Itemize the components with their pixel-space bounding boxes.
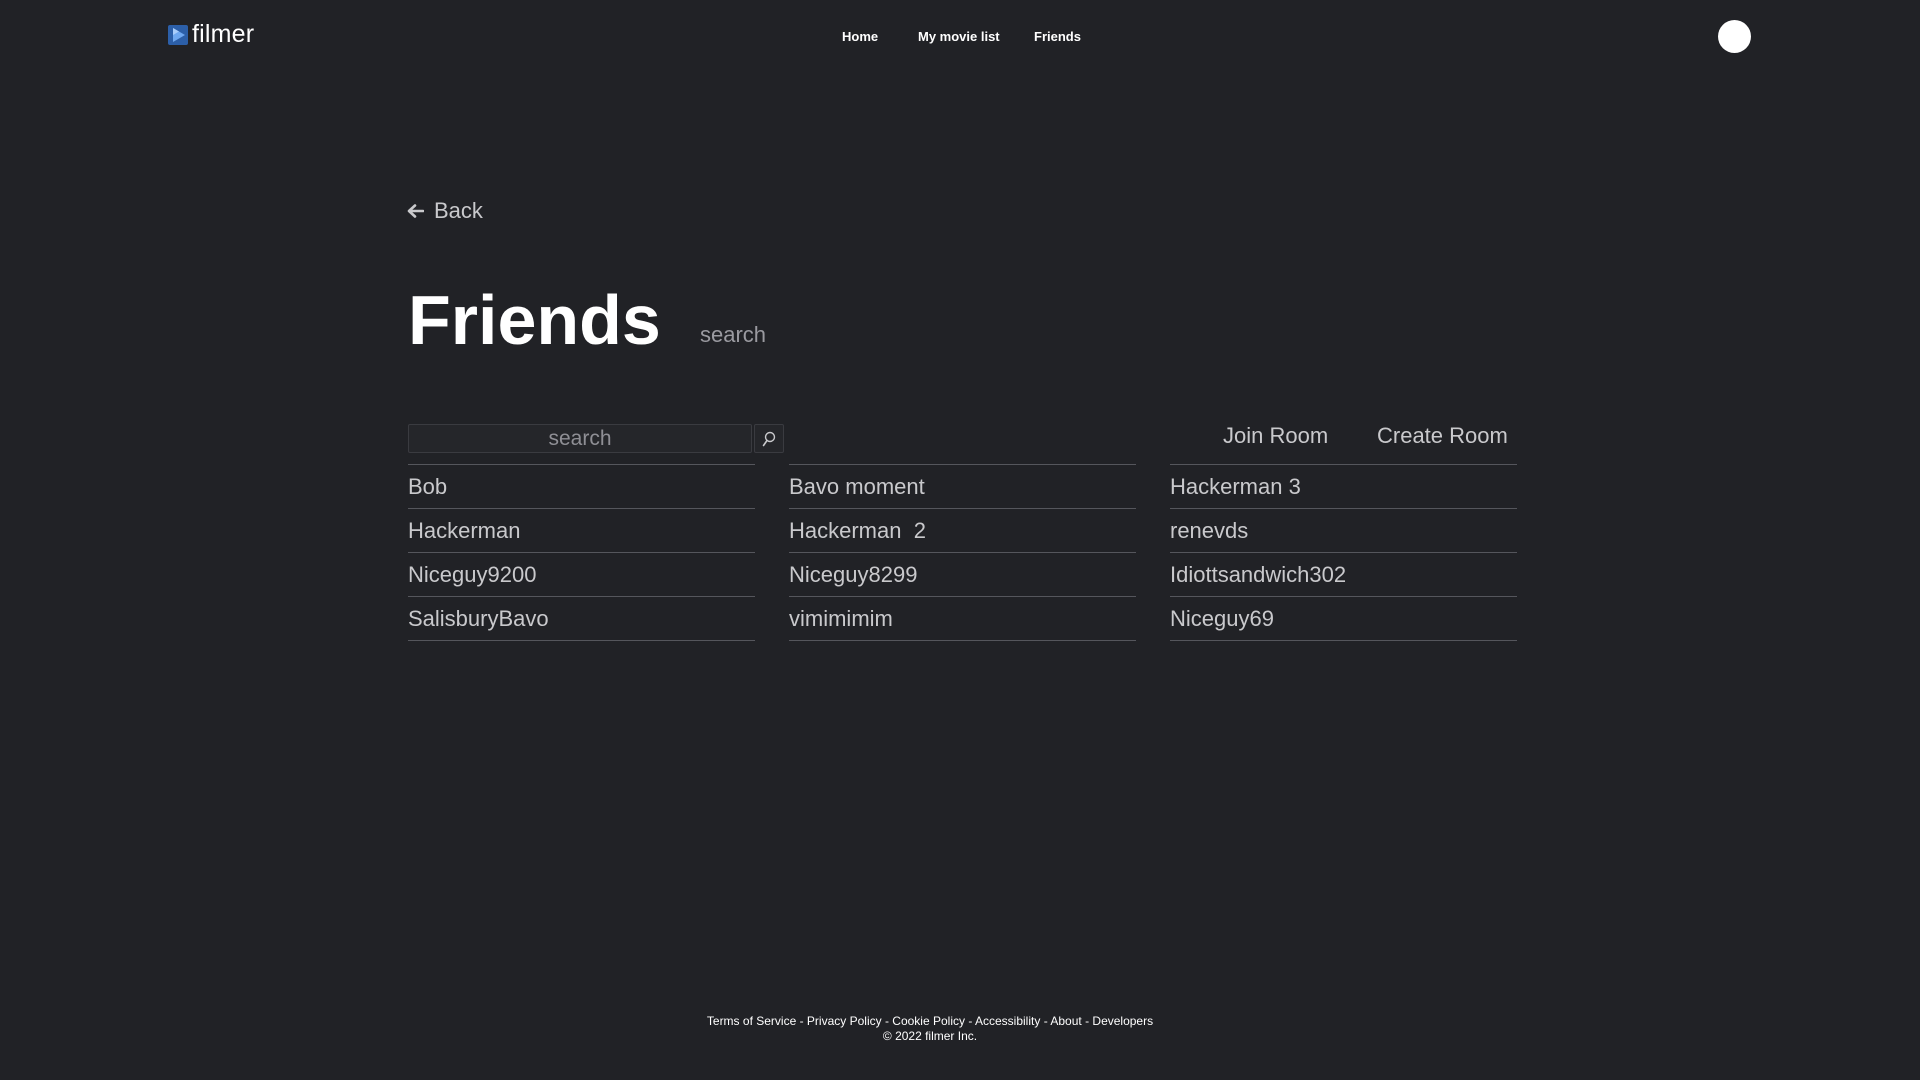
friends-column: Hackerman 3 renevds Idiottsandwich302 Ni… xyxy=(1170,464,1517,641)
friend-item[interactable]: Hackerman 3 xyxy=(1170,464,1517,508)
privacy-link[interactable]: Privacy Policy xyxy=(807,1014,882,1028)
about-link[interactable]: About xyxy=(1050,1014,1081,1028)
join-room-button[interactable]: Join Room xyxy=(1223,423,1328,449)
friends-column: Bob Hackerman Niceguy9200 SalisburyBavo xyxy=(408,464,755,641)
friend-item[interactable]: Idiottsandwich302 xyxy=(1170,552,1517,596)
friends-page: filmer Home My movie list Friends Back F… xyxy=(0,0,1920,1080)
friends-list: Bob Hackerman Niceguy9200 SalisburyBavo … xyxy=(408,464,1517,641)
footer-separator: - xyxy=(1081,1014,1093,1028)
friend-item[interactable]: Hackerman 2 xyxy=(789,508,1136,552)
copyright: © 2022 filmer Inc. xyxy=(882,1029,978,1043)
terms-link[interactable]: Terms of Service xyxy=(707,1014,796,1028)
friend-item[interactable]: renevds xyxy=(1170,508,1517,552)
footer-separator: - xyxy=(881,1014,893,1028)
friend-item[interactable]: vimimimim xyxy=(789,596,1136,641)
friends-column: Bavo moment Hackerman 2 Niceguy8299 vimi… xyxy=(789,464,1136,641)
back-label: Back xyxy=(434,198,483,223)
friend-item[interactable]: Niceguy8299 xyxy=(789,552,1136,596)
cookie-link[interactable]: Cookie Policy xyxy=(892,1014,965,1028)
main-nav: Home My movie list Friends xyxy=(0,29,1920,45)
friend-item[interactable]: Niceguy9200 xyxy=(408,552,755,596)
avatar[interactable] xyxy=(1718,20,1751,53)
search-button[interactable] xyxy=(754,424,784,453)
footer-separator: - xyxy=(964,1014,975,1028)
friend-item[interactable]: Bavo moment xyxy=(789,464,1136,508)
friend-item[interactable]: Bob xyxy=(408,464,755,508)
friend-item[interactable]: Hackerman xyxy=(408,508,755,552)
friend-search-bar xyxy=(408,424,784,453)
footer-links: Terms of Service - Privacy Policy - Cook… xyxy=(0,1014,1860,1029)
footer-separator: - xyxy=(796,1014,807,1028)
accessibility-link[interactable]: Accessibility xyxy=(975,1014,1040,1028)
nav-movie-list-link[interactable]: My movie list xyxy=(918,29,1000,44)
search-input[interactable] xyxy=(408,424,752,453)
footer: Terms of Service - Privacy Policy - Cook… xyxy=(0,1014,1860,1044)
friend-item[interactable]: Niceguy69 xyxy=(1170,596,1517,641)
developers-link[interactable]: Developers xyxy=(1092,1014,1153,1028)
back-button[interactable]: Back xyxy=(407,198,483,224)
nav-friends-link[interactable]: Friends xyxy=(1034,29,1081,44)
arrow-left-icon xyxy=(407,204,424,218)
page-title: Friends xyxy=(408,281,661,359)
title-search-link[interactable]: search xyxy=(700,322,766,348)
create-room-button[interactable]: Create Room xyxy=(1377,423,1508,449)
search-icon xyxy=(762,431,776,446)
footer-separator: - xyxy=(1040,1014,1051,1028)
friend-item[interactable]: SalisburyBavo xyxy=(408,596,755,641)
nav-home-link[interactable]: Home xyxy=(842,29,878,44)
top-navbar: filmer Home My movie list Friends xyxy=(0,0,1920,74)
